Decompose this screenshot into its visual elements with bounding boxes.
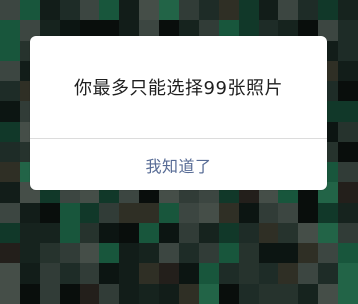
alert-dialog: 你最多只能选择99张照片 我知道了 bbox=[30, 36, 327, 190]
confirm-button[interactable]: 我知道了 bbox=[30, 139, 327, 190]
alert-message: 你最多只能选择99张照片 bbox=[74, 78, 283, 99]
screen: 你最多只能选择99张照片 我知道了 bbox=[0, 0, 358, 304]
